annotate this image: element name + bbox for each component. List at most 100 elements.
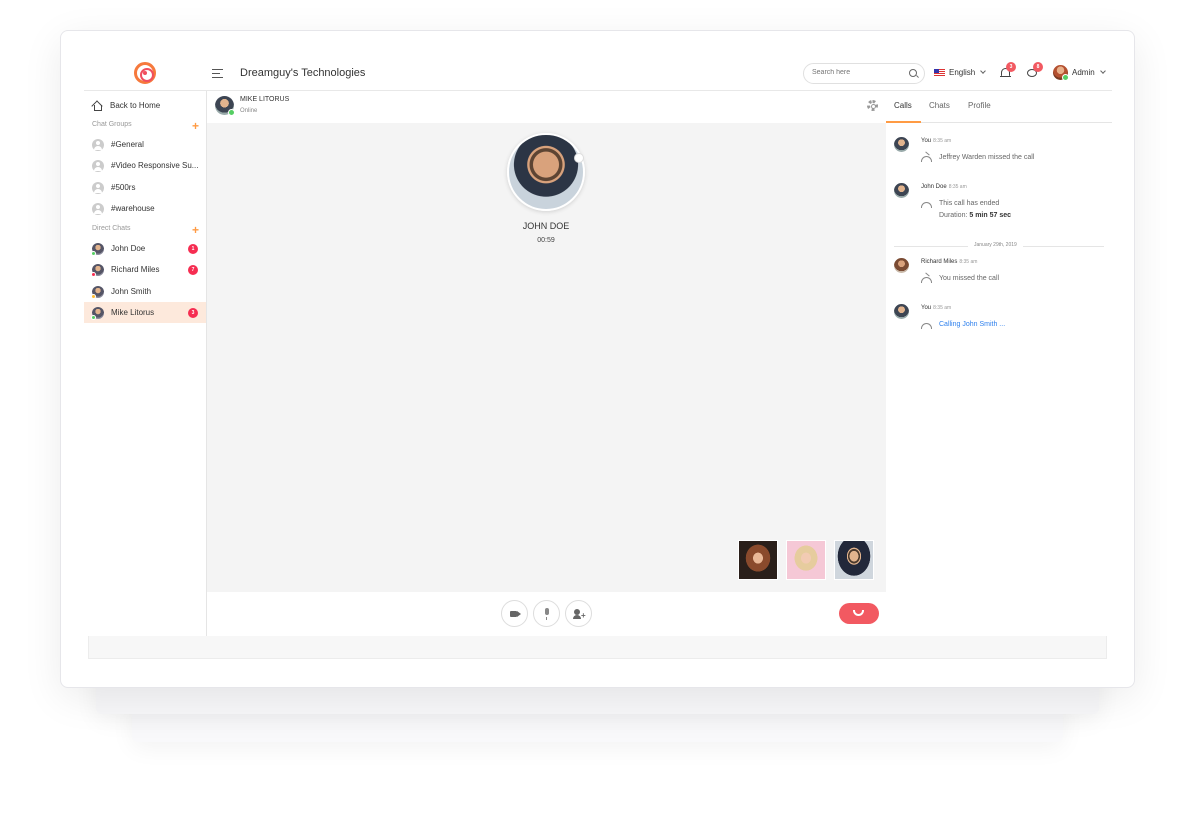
sidebar-item-richard-miles[interactable]: Richard Miles 7: [84, 259, 206, 280]
entry-text: This call has ended: [939, 200, 1000, 207]
notification-badge: 3: [1006, 62, 1016, 72]
app-window: Dreamguy's Technologies English 3 8 Admi…: [84, 55, 1112, 636]
date-separator: January 29th, 2019: [894, 242, 1104, 248]
messages-button[interactable]: 8: [1027, 62, 1043, 79]
avatar[interactable]: [215, 96, 235, 116]
video-icon: [510, 611, 521, 617]
top-header: Dreamguy's Technologies English 3 8 Admi…: [84, 55, 1112, 91]
entry-time: 8:35 am: [948, 184, 967, 190]
tab-calls[interactable]: Calls: [894, 101, 912, 110]
chat-groups-label: Chat Groups: [92, 121, 132, 128]
avatar: [894, 258, 909, 273]
gear-icon[interactable]: [867, 100, 878, 111]
home-icon: [92, 101, 102, 111]
group-label: #500rs: [111, 183, 136, 192]
participant-thumbnails: [738, 540, 874, 580]
group-avatar: [92, 202, 104, 215]
missed-call-icon: [921, 277, 932, 283]
entry-text: You missed the call: [939, 275, 1000, 282]
add-user-icon: [573, 609, 586, 620]
group-label: #Video Responsive Su...: [111, 161, 199, 170]
language-dropdown[interactable]: English: [934, 68, 987, 77]
user-name: Admin: [1072, 68, 1095, 77]
chevron-down-icon: [980, 68, 987, 74]
entry-author: Richard Miles 8:35 am: [921, 259, 978, 265]
user-menu[interactable]: Admin: [1053, 65, 1106, 81]
entry-text[interactable]: Calling John Smith ...: [939, 321, 1005, 328]
sidebar-item-mike-litorus[interactable]: Mike Litorus 3: [84, 302, 206, 323]
call-controls: [207, 592, 886, 636]
group-label: #warehouse: [111, 204, 155, 213]
back-home-label: Back to Home: [110, 101, 161, 110]
caller-name: JOHN DOE: [522, 221, 570, 231]
entry-time: 8:35 am: [933, 138, 952, 144]
participant-thumbnail[interactable]: [738, 540, 778, 580]
mic-icon: [545, 608, 549, 620]
avatar: [1053, 65, 1069, 81]
sidebar-item-john-smith[interactable]: John Smith: [84, 281, 206, 302]
menu-icon[interactable]: [212, 69, 223, 81]
sidebar: Back to Home Chat Groups + #General #Vid…: [84, 91, 207, 636]
right-panel: Calls Chats Profile You 8:35 am Jeffrey W…: [886, 91, 1112, 636]
add-group-icon[interactable]: +: [192, 119, 199, 133]
add-direct-chat-icon[interactable]: +: [192, 223, 199, 237]
entry-author: You 8:35 am: [921, 305, 952, 311]
missed-call-icon: [921, 156, 932, 162]
app-logo-icon[interactable]: [134, 62, 156, 84]
unread-badge: 3: [188, 307, 198, 318]
tab-chats[interactable]: Chats: [929, 101, 950, 110]
entry-text: Jeffrey Warden missed the call: [939, 154, 1035, 161]
participant-thumbnail[interactable]: [786, 540, 826, 580]
group-avatar: [92, 138, 104, 151]
message-badge: 8: [1033, 62, 1043, 72]
chat-groups-heading: Chat Groups +: [92, 119, 199, 133]
search-input[interactable]: [812, 69, 902, 76]
sidebar-item-warehouse[interactable]: #warehouse: [84, 198, 206, 219]
call-view: MIKE LITORUS Online JOHN DOE 00:59: [207, 91, 886, 636]
entry-author: John Doe 8:35 am: [921, 184, 967, 190]
mute-button[interactable]: [533, 600, 560, 627]
chevron-down-icon: [1099, 68, 1106, 74]
contact-status: Online: [240, 108, 258, 114]
contact-name: Mike Litorus: [111, 308, 155, 317]
sidebar-item-john-doe[interactable]: John Doe 1: [84, 238, 206, 259]
tab-profile[interactable]: Profile: [968, 101, 991, 110]
participant-thumbnail[interactable]: [834, 540, 874, 580]
back-to-home-link[interactable]: Back to Home: [84, 95, 206, 116]
search-icon[interactable]: [909, 69, 917, 77]
language-label: English: [949, 68, 976, 77]
call-stage: JOHN DOE 00:59: [207, 123, 886, 592]
add-participant-button[interactable]: [565, 600, 592, 627]
avatar: [91, 263, 104, 277]
group-label: #General: [111, 140, 144, 149]
unread-badge: 7: [188, 264, 198, 275]
contact-name: MIKE LITORUS: [240, 96, 290, 103]
sidebar-item-video-responsive[interactable]: #Video Responsive Su...: [84, 155, 206, 176]
group-avatar: [92, 181, 104, 194]
entry-author: You 8:35 am: [921, 138, 952, 144]
entry-time: 8:35 am: [933, 305, 952, 311]
end-call-icon: [853, 610, 864, 616]
video-toggle-button[interactable]: [501, 600, 528, 627]
offline-status-dot: [91, 271, 96, 277]
contact-name: John Smith: [111, 287, 152, 296]
group-avatar: [92, 159, 104, 172]
caller-avatar: [507, 133, 585, 211]
panel-tabs: Calls Chats Profile: [886, 91, 1112, 123]
online-status-dot: [91, 314, 96, 320]
call-ended-icon: [921, 202, 932, 208]
online-status-dot: [91, 250, 96, 256]
search-box[interactable]: [803, 63, 925, 84]
avatar: [894, 183, 909, 198]
sidebar-item-500rs[interactable]: #500rs: [84, 177, 206, 198]
entry-time: 8:35 am: [959, 259, 978, 265]
company-name: Dreamguy's Technologies: [240, 67, 366, 79]
sidebar-item-general[interactable]: #General: [84, 134, 206, 155]
away-status-dot: [91, 293, 96, 299]
end-call-button[interactable]: [839, 603, 879, 624]
notifications-button[interactable]: 3: [1000, 62, 1016, 79]
device-footer: [88, 636, 1107, 659]
date-label: January 29th, 2019: [968, 242, 1023, 248]
outgoing-call-icon: [921, 323, 932, 329]
direct-chats-label: Direct Chats: [92, 225, 131, 232]
